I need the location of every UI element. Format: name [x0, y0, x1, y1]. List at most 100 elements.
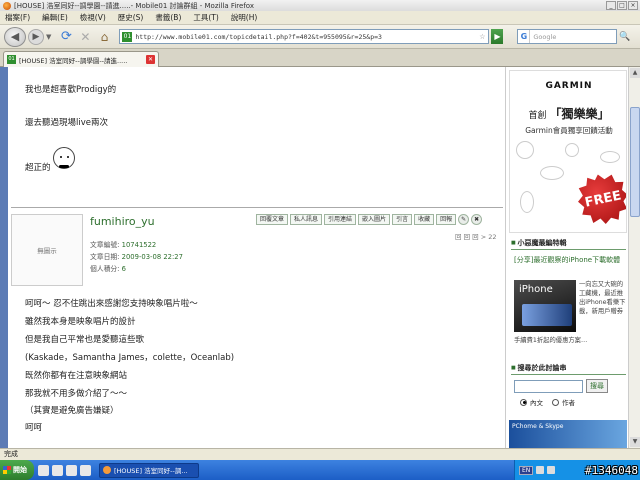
taskbar-firefox-item[interactable]: [HOUSE] 浩室同好--調...	[99, 462, 199, 478]
news-description: 一向忘又大碗的工藏機，最近推出iPhone看樂下載，新用戶贈券	[579, 281, 626, 315]
thread-search-input[interactable]	[514, 380, 583, 393]
navigation-toolbar: ◀ ▶ ▼ ⟳ ✕ ⌂ 01 http://www.mobile01.com/t…	[0, 25, 640, 49]
post-body-line: 那我就不用多做介紹了～～	[25, 389, 128, 399]
garmin-ad-banner[interactable]: GARMIN 首創 「獨樂樂」 Garmin會員獨享回饋活動 FREE	[509, 70, 627, 233]
edit-icon[interactable]: ✎	[458, 214, 470, 225]
quick-launch	[38, 464, 91, 476]
meta-value: 2009-03-08 22:27	[121, 253, 183, 261]
menu-help[interactable]: 說明(H)	[231, 12, 258, 23]
watermark-id: #1346048	[585, 464, 638, 477]
status-bar: 完成	[0, 448, 640, 460]
sidebar-rule	[511, 374, 626, 375]
thread-search-button[interactable]: 搜尋	[586, 379, 608, 393]
forum-content: 我也是超喜歡Prodigy的 還去聽過現場live兩次 超正的 無圖示 fumi…	[8, 67, 506, 448]
post-body-line: 雖然我本身是映象唱片的設計	[25, 317, 136, 327]
quick-launch-icon[interactable]	[66, 464, 77, 476]
scroll-up-icon[interactable]: ▲	[630, 68, 640, 78]
prev-post-line: 還去聽過現場live兩次	[25, 118, 108, 128]
tab-favicon-icon: 01	[7, 55, 16, 64]
quick-launch-icon[interactable]	[38, 464, 49, 476]
meta-label: 文章日期:	[90, 253, 120, 261]
menu-file[interactable]: 檔案(F)	[5, 12, 30, 23]
page-viewport: 我也是超喜歡Prodigy的 還去聽過現場live兩次 超正的 無圖示 fumi…	[0, 67, 628, 448]
google-engine-icon[interactable]: G	[518, 30, 531, 43]
bookmark-star-icon[interactable]: ☆	[479, 31, 485, 42]
report-button[interactable]: 回報	[436, 214, 457, 225]
reload-button[interactable]: ⟳	[57, 28, 75, 46]
post-body-line: 既然你都有在注意映象網站	[25, 371, 128, 381]
post-body-line: 呵呵～ 忍不住跳出來感謝您支持映象唱片啦～	[25, 299, 198, 309]
search-go-icon[interactable]: 🔍	[619, 32, 630, 42]
post-body-line: 呵呵	[25, 423, 43, 433]
post-divider	[11, 207, 503, 208]
radio-author[interactable]: 作者	[552, 397, 575, 407]
embed-image-button[interactable]: 嵌入圖片	[358, 214, 391, 225]
tab-active[interactable]: 01 [HOUSE] 浩室同好--調學園--請進..... ✕	[3, 51, 159, 67]
pchome-skype-ad[interactable]: PChome & Skype	[509, 420, 627, 448]
close-window-button[interactable]: ×	[628, 1, 638, 10]
vertical-scrollbar[interactable]: ▲ ▼	[628, 67, 640, 448]
maximize-button[interactable]: □	[617, 1, 627, 10]
doodle-decoration	[520, 191, 534, 213]
menu-history[interactable]: 歷史(S)	[118, 12, 144, 23]
meta-value: 6	[121, 265, 126, 273]
menu-bar: 檔案(F) 編輯(E) 檢視(V) 歷史(S) 書籤(B) 工具(T) 說明(H…	[0, 11, 640, 25]
tab-bar: 01 [HOUSE] 浩室同好--調學園--請進..... ✕	[0, 49, 640, 67]
scroll-down-icon[interactable]: ▼	[630, 437, 640, 447]
minimize-button[interactable]: _	[606, 1, 616, 10]
doodle-decoration	[540, 166, 564, 180]
quick-launch-icon[interactable]	[80, 464, 91, 476]
language-indicator[interactable]: EN	[519, 465, 534, 475]
radio-content[interactable]: 內文	[520, 397, 543, 407]
post-body-line: 但是我自己平常也是愛聽這些歌	[25, 335, 145, 345]
avatar-placeholder-text: 無圖示	[37, 247, 57, 255]
home-button[interactable]: ⌂	[95, 28, 113, 46]
url-bar[interactable]: 01 http://www.mobile01.com/topicdetail.p…	[119, 29, 490, 44]
menu-view[interactable]: 檢視(V)	[80, 12, 106, 23]
search-bar[interactable]: G Google	[517, 29, 618, 44]
author-name-link[interactable]: fumihiro_yu	[90, 215, 155, 228]
window-title-bar: [HOUSE] 浩室同好--調學園--請進.....- Mobile01 討論群…	[0, 0, 640, 11]
favorite-button[interactable]: 收藏	[414, 214, 435, 225]
delete-icon[interactable]: ✖	[471, 214, 483, 225]
private-message-button[interactable]: 私人訊息	[290, 214, 323, 225]
stop-button[interactable]: ✕	[77, 28, 93, 46]
history-dropdown-icon[interactable]: ▼	[46, 33, 51, 41]
iphone-thumbnail[interactable]: iPhone	[514, 280, 576, 332]
tray-icon[interactable]	[547, 466, 556, 474]
avatar[interactable]: 無圖示	[11, 214, 83, 286]
post-body-line: （其實是避免廣告嫌疑）	[25, 406, 119, 416]
forward-button[interactable]: ▶	[28, 28, 44, 45]
windows-taskbar: 開始 [HOUSE] 浩室同好--調... EN	[0, 460, 640, 480]
menu-edit[interactable]: 編輯(E)	[42, 12, 68, 23]
site-favicon-icon: 01	[122, 31, 133, 42]
radio-empty-icon[interactable]	[552, 398, 559, 406]
quote-button[interactable]: 引言	[392, 214, 413, 225]
right-sidebar: GARMIN 首創 「獨樂樂」 Garmin會員獨享回饋活動 FREE 小惡魔最…	[506, 67, 628, 448]
post-meta-id: 文章編號: 10741522	[90, 239, 156, 249]
garmin-subtitle: Garmin會員獨享回饋活動	[525, 126, 613, 135]
reply-button[interactable]: 回覆文章	[256, 214, 289, 225]
menu-bookmarks[interactable]: 書籤(B)	[155, 12, 181, 23]
radio-selected-icon[interactable]	[520, 398, 527, 406]
go-button[interactable]: ▶	[491, 29, 504, 44]
post-meta-score: 個人積分: 6	[90, 263, 126, 273]
quick-launch-icon[interactable]	[52, 464, 63, 476]
post-page-indicator[interactable]: 回 回 回 > 22	[455, 231, 496, 241]
doodle-decoration	[516, 141, 534, 159]
back-button[interactable]: ◀	[4, 26, 26, 47]
news-title-link[interactable]: [分享]最近觀察的iPhone下載軟體	[514, 255, 624, 265]
thread-search-heading: 搜尋於此討論串	[511, 363, 566, 373]
scrollbar-thumb[interactable]	[630, 107, 640, 217]
garmin-headline: 首創 「獨樂樂」	[528, 107, 610, 121]
menu-tools[interactable]: 工具(T)	[193, 12, 218, 23]
search-placeholder: Google	[533, 32, 557, 41]
meta-label: 文章編號:	[90, 241, 120, 249]
quote-link-button[interactable]: 引用連結	[324, 214, 357, 225]
start-button[interactable]: 開始	[0, 460, 34, 480]
tray-icon[interactable]	[536, 466, 545, 474]
left-margin-strip	[0, 67, 8, 448]
window-title: [HOUSE] 浩室同好--調學園--請進.....- Mobile01 討論群…	[14, 1, 255, 10]
firefox-icon	[3, 1, 11, 10]
tab-close-icon[interactable]: ✕	[146, 55, 155, 64]
